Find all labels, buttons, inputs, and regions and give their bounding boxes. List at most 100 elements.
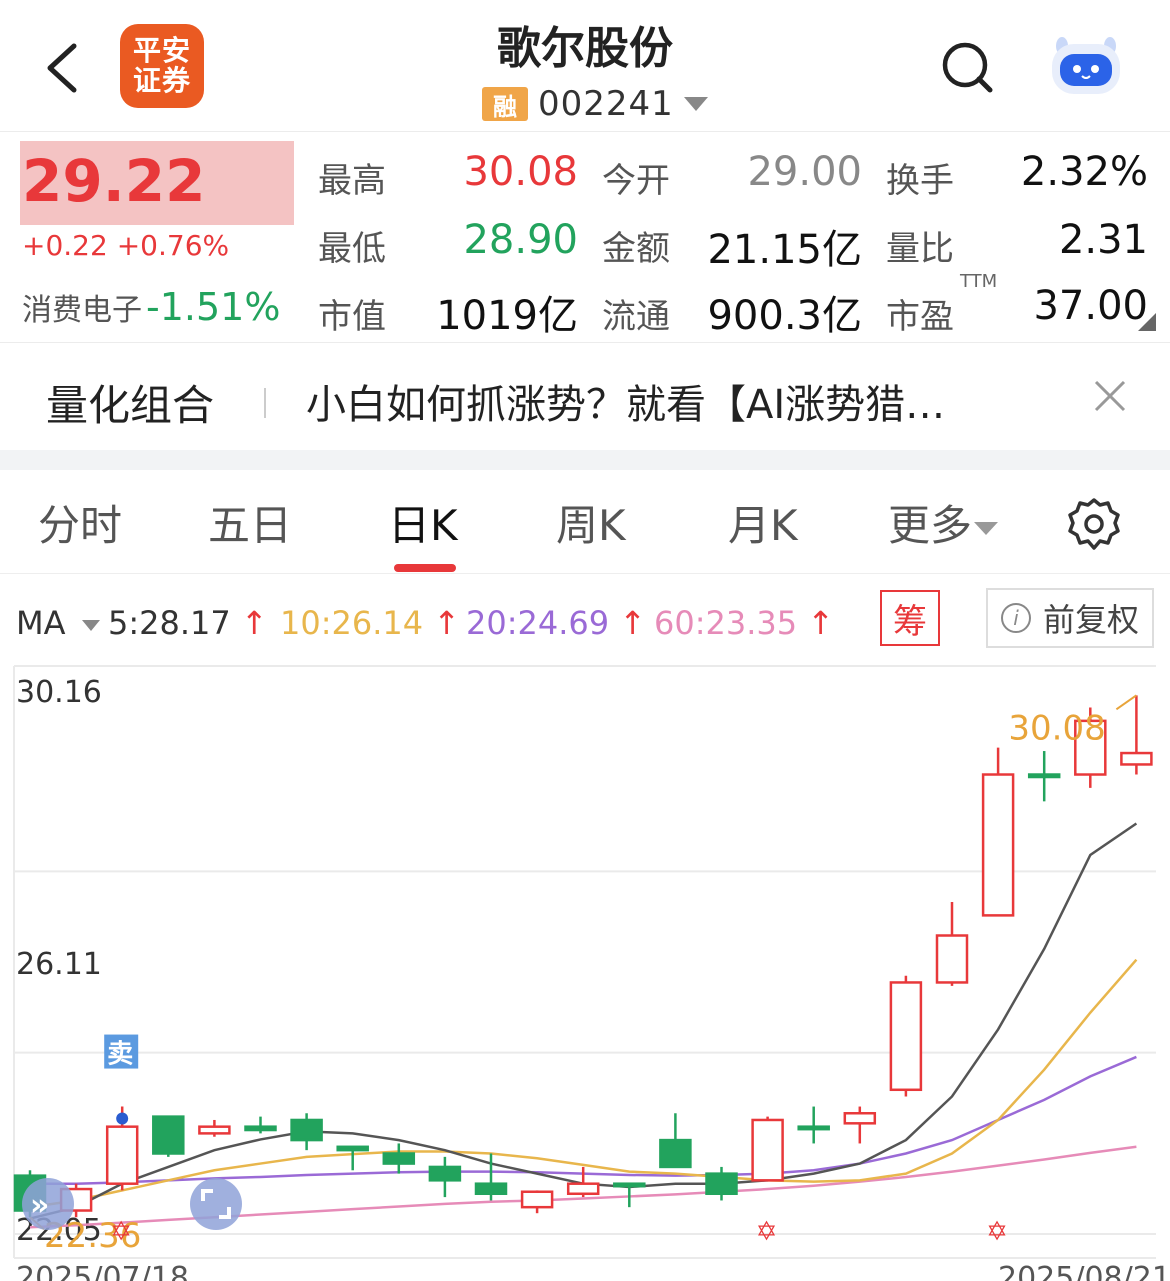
ma10-text: 10:26.14	[280, 604, 424, 642]
ma-label: MA	[16, 604, 66, 642]
gear-icon[interactable]	[1066, 496, 1122, 552]
adjust-mode-label: 前复权	[1042, 601, 1139, 639]
y-axis-label: 26.11	[16, 947, 102, 982]
label-float-cap: 流通	[602, 297, 670, 337]
sell-marker-label: 卖	[107, 1040, 133, 1070]
search-icon[interactable]	[940, 40, 996, 96]
stock-code: 002241	[538, 84, 674, 124]
sector-info[interactable]: 消费电子 -1.51%	[22, 285, 280, 329]
chevron-down-icon	[683, 97, 708, 111]
candle[interactable]	[428, 1165, 462, 1182]
value-open: 29.00	[747, 149, 862, 195]
chevron-down-icon	[974, 522, 999, 535]
candle[interactable]	[566, 1182, 600, 1196]
candle[interactable]	[797, 1125, 830, 1131]
value-float-cap: 900.3亿	[707, 293, 862, 339]
candle[interactable]	[705, 1172, 738, 1196]
ma-selector[interactable]: MA	[16, 604, 100, 642]
close-icon[interactable]	[1090, 376, 1130, 416]
high-price-pointer	[1115, 694, 1137, 711]
tab-more[interactable]: 更多	[888, 492, 999, 553]
expand-corner-icon[interactable]	[1138, 313, 1156, 331]
fullscreen-button[interactable]	[190, 1178, 242, 1230]
margin-badge: 融	[482, 87, 528, 121]
high-price-label: 30.08	[1008, 708, 1105, 748]
candle[interactable]	[843, 1112, 877, 1125]
tab-more-label: 更多	[888, 501, 973, 550]
ma10-value: 10:26.14 ↑	[280, 604, 460, 642]
price-change: +0.22 +0.76%	[22, 229, 230, 262]
ma-indicator-row: MA 5:28.17 ↑ 10:26.14 ↑ 20:24.69 ↑ 60:23…	[0, 584, 1170, 660]
tab-monthly-k[interactable]: 月K	[728, 492, 798, 553]
candle[interactable]	[474, 1182, 508, 1196]
candle[interactable]	[382, 1152, 416, 1165]
app-header: 平安 证券 歌尔股份 融 002241	[0, 0, 1170, 132]
last-price: 29.22	[22, 147, 206, 215]
sector-name: 消费电子	[22, 293, 142, 328]
candle[interactable]	[105, 1125, 139, 1185]
label-amount: 金额	[602, 229, 670, 269]
candle[interactable]	[336, 1145, 369, 1152]
banner-title: 量化组合	[46, 381, 215, 430]
robot-assistant-icon[interactable]	[1046, 34, 1126, 98]
active-tab-indicator	[394, 564, 456, 572]
candle[interactable]	[889, 981, 923, 1092]
ma5-text: 5:28.17	[108, 604, 231, 642]
up-arrow-icon: ↑	[240, 604, 268, 642]
tab-five-day[interactable]: 五日	[208, 492, 292, 553]
up-arrow-icon: ↑	[807, 604, 835, 642]
up-arrow-icon: ↑	[619, 604, 647, 642]
candle[interactable]	[659, 1138, 692, 1169]
ma60-text: 60:23.35	[654, 604, 798, 642]
candle[interactable]	[198, 1125, 231, 1135]
candle[interactable]	[1027, 773, 1061, 779]
value-market-cap: 1019亿	[436, 293, 578, 339]
candle[interactable]	[1120, 751, 1153, 766]
candle[interactable]	[751, 1118, 784, 1182]
ma5-value: 5:28.17 ↑	[108, 604, 268, 642]
label-open: 今开	[602, 161, 670, 201]
tab-intraday[interactable]: 分时	[38, 492, 122, 553]
candle[interactable]	[244, 1125, 277, 1132]
candle[interactable]	[520, 1190, 554, 1209]
chevron-down-icon	[81, 619, 100, 631]
tab-daily-k[interactable]: 日K	[388, 492, 458, 553]
event-star-icon[interactable]: ✡	[110, 1217, 132, 1247]
event-star-icon[interactable]: ✡	[756, 1217, 778, 1247]
value-low: 28.90	[463, 217, 578, 263]
ma20-value: 20:24.69 ↑	[466, 604, 646, 642]
label-turnover: 换手	[886, 161, 954, 201]
candle[interactable]	[935, 934, 969, 984]
tab-weekly-k[interactable]: 周K	[556, 492, 626, 553]
label-volume-ratio: 量比	[886, 229, 954, 269]
candle[interactable]	[290, 1118, 323, 1142]
label-low: 最低	[318, 229, 386, 269]
value-turnover: 2.32%	[1020, 149, 1148, 195]
fast-forward-icon: »	[30, 1188, 49, 1223]
signal-dot	[116, 1112, 129, 1125]
event-star-icon[interactable]: ✡	[986, 1217, 1008, 1247]
ma5-line	[29, 822, 1138, 1220]
sector-change: -1.51%	[146, 285, 281, 329]
x-axis-label: 2025/08/21	[998, 1261, 1170, 1281]
candle[interactable]	[981, 773, 1015, 917]
section-gap	[0, 450, 1170, 470]
stock-code-selector[interactable]: 融 002241	[482, 84, 708, 124]
banner-divider	[264, 388, 266, 418]
value-amount: 21.15亿	[707, 227, 862, 273]
banner-text: 小白如何抓涨势？就看【AI涨势猎…	[306, 382, 946, 428]
chart-period-tabs: 分时 五日 日K 周K 月K 更多	[0, 470, 1170, 574]
ma60-value: 60:23.35 ↑	[654, 604, 834, 642]
value-volume-ratio: 2.31	[1058, 217, 1148, 263]
x-axis-label: 2025/07/18	[16, 1261, 189, 1281]
adjust-mode-button[interactable]: i 前复权	[986, 588, 1154, 648]
candle[interactable]	[613, 1182, 646, 1188]
chip-distribution-button[interactable]: 筹	[880, 590, 940, 646]
quote-panel: 29.22 +0.22 +0.76% 消费电子 -1.51% 最高 30.08 今…	[0, 133, 1170, 343]
y-axis-label: 30.16	[16, 675, 102, 710]
label-market-cap: 市值	[318, 297, 386, 337]
promo-banner[interactable]: 量化组合 小白如何抓涨势？就看【AI涨势猎…	[0, 344, 1170, 450]
candle[interactable]	[152, 1115, 185, 1155]
candlestick-chart[interactable]: 30.1626.1122.0530.0822.36卖✡ ✡ ✡2025/07/18 2…	[0, 664, 1170, 1281]
ttm-label: TTM	[960, 271, 998, 292]
